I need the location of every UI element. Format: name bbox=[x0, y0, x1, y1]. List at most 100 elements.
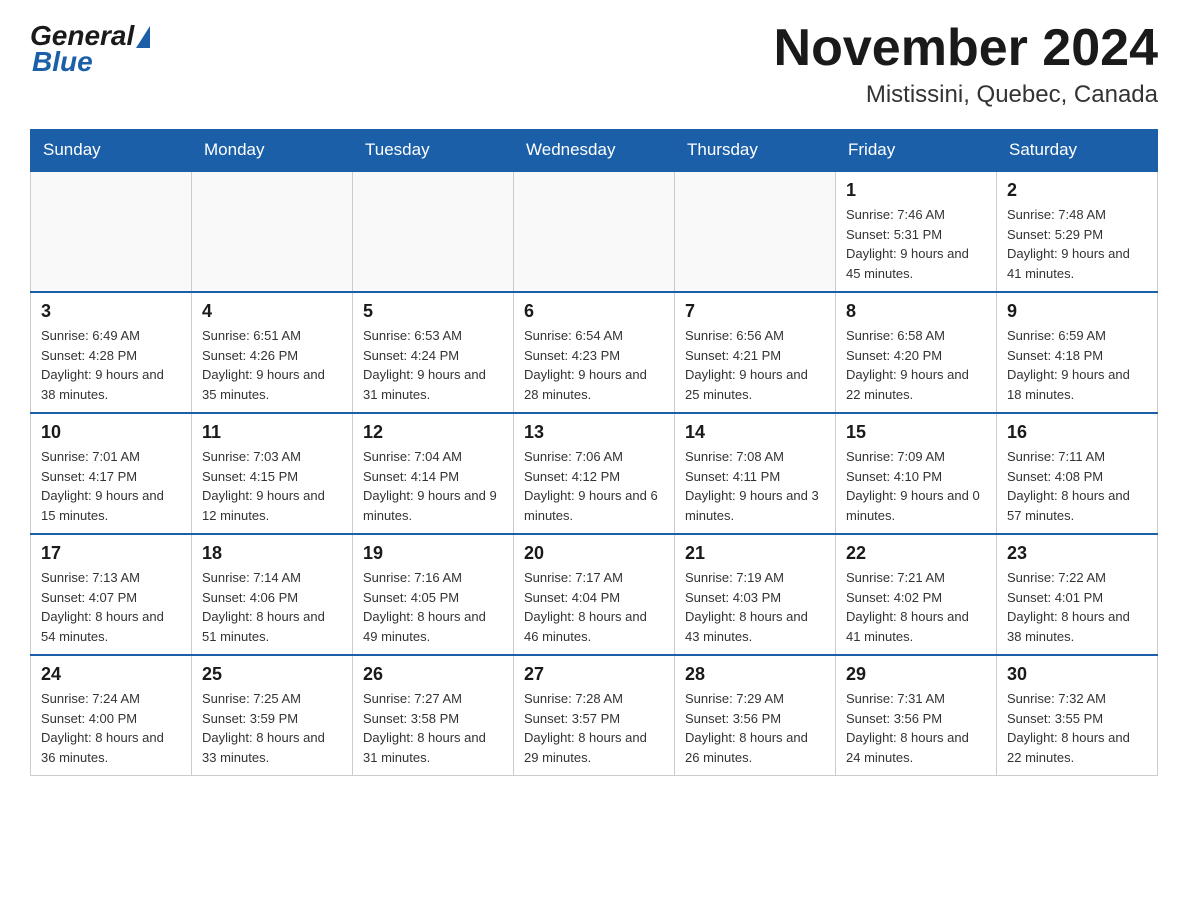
calendar-cell: 19Sunrise: 7:16 AMSunset: 4:05 PMDayligh… bbox=[353, 534, 514, 655]
weekday-header-saturday: Saturday bbox=[997, 130, 1158, 172]
weekday-header-tuesday: Tuesday bbox=[353, 130, 514, 172]
day-info: Sunrise: 7:19 AMSunset: 4:03 PMDaylight:… bbox=[685, 568, 825, 646]
day-number: 2 bbox=[1007, 180, 1147, 201]
title-block: November 2024 Mistissini, Quebec, Canada bbox=[774, 20, 1158, 109]
day-number: 21 bbox=[685, 543, 825, 564]
day-number: 23 bbox=[1007, 543, 1147, 564]
calendar-cell: 9 Sunrise: 6:59 AMSunset: 4:18 PMDaylight… bbox=[997, 292, 1158, 413]
weekday-header-monday: Monday bbox=[192, 130, 353, 172]
calendar-cell: 23 Sunrise: 7:22 AMSunset: 4:01 PMDayligh… bbox=[997, 534, 1158, 655]
day-info: Sunrise: 7:22 AMSunset: 4:01 PMDaylight:… bbox=[1007, 568, 1147, 646]
page-header: General Blue November 2024 Mistissini, Q… bbox=[30, 20, 1158, 109]
week-row-4: 17Sunrise: 7:13 AMSunset: 4:07 PMDayligh… bbox=[31, 534, 1158, 655]
calendar-cell: 10 Sunrise: 7:01 AMSunset: 4:17 PMDayligh… bbox=[31, 413, 192, 534]
day-number: 26 bbox=[363, 664, 503, 685]
day-info: Sunrise: 7:25 AMSunset: 3:59 PMDaylight:… bbox=[202, 689, 342, 767]
calendar-cell: 7 Sunrise: 6:56 AMSunset: 4:21 PMDaylight… bbox=[675, 292, 836, 413]
calendar-cell: 15Sunrise: 7:09 AMSunset: 4:10 PMDayligh… bbox=[836, 413, 997, 534]
calendar-cell: 4 Sunrise: 6:51 AMSunset: 4:26 PMDaylight… bbox=[192, 292, 353, 413]
calendar-cell: 8 Sunrise: 6:58 AMSunset: 4:20 PMDaylight… bbox=[836, 292, 997, 413]
day-number: 3 bbox=[41, 301, 181, 322]
calendar-cell: 22 Sunrise: 7:21 AMSunset: 4:02 PMDayligh… bbox=[836, 534, 997, 655]
day-info: Sunrise: 7:31 AMSunset: 3:56 PMDaylight:… bbox=[846, 689, 986, 767]
day-number: 11 bbox=[202, 422, 342, 443]
day-number: 13 bbox=[524, 422, 664, 443]
day-number: 15 bbox=[846, 422, 986, 443]
calendar-cell: 5 Sunrise: 6:53 AMSunset: 4:24 PMDaylight… bbox=[353, 292, 514, 413]
day-number: 28 bbox=[685, 664, 825, 685]
day-number: 8 bbox=[846, 301, 986, 322]
day-number: 7 bbox=[685, 301, 825, 322]
day-info: Sunrise: 7:29 AMSunset: 3:56 PMDaylight:… bbox=[685, 689, 825, 767]
weekday-header-wednesday: Wednesday bbox=[514, 130, 675, 172]
day-info: Sunrise: 6:51 AMSunset: 4:26 PMDaylight:… bbox=[202, 326, 342, 404]
calendar-cell: 11 Sunrise: 7:03 AMSunset: 4:15 PMDayligh… bbox=[192, 413, 353, 534]
calendar-cell: 18 Sunrise: 7:14 AMSunset: 4:06 PMDayligh… bbox=[192, 534, 353, 655]
day-number: 24 bbox=[41, 664, 181, 685]
location-title: Mistissini, Quebec, Canada bbox=[774, 81, 1158, 109]
day-info: Sunrise: 7:48 AMSunset: 5:29 PMDaylight:… bbox=[1007, 205, 1147, 283]
calendar-cell: 27 Sunrise: 7:28 AMSunset: 3:57 PMDayligh… bbox=[514, 655, 675, 776]
day-number: 25 bbox=[202, 664, 342, 685]
calendar-cell: 30Sunrise: 7:32 AMSunset: 3:55 PMDayligh… bbox=[997, 655, 1158, 776]
calendar-cell: 21 Sunrise: 7:19 AMSunset: 4:03 PMDayligh… bbox=[675, 534, 836, 655]
week-row-5: 24 Sunrise: 7:24 AMSunset: 4:00 PMDayligh… bbox=[31, 655, 1158, 776]
calendar-cell bbox=[675, 171, 836, 292]
month-title: November 2024 bbox=[774, 20, 1158, 77]
day-info: Sunrise: 7:14 AMSunset: 4:06 PMDaylight:… bbox=[202, 568, 342, 646]
weekday-header-thursday: Thursday bbox=[675, 130, 836, 172]
calendar-cell: 13Sunrise: 7:06 AMSunset: 4:12 PMDayligh… bbox=[514, 413, 675, 534]
day-info: Sunrise: 7:46 AMSunset: 5:31 PMDaylight:… bbox=[846, 205, 986, 283]
calendar-cell: 14Sunrise: 7:08 AMSunset: 4:11 PMDayligh… bbox=[675, 413, 836, 534]
calendar-cell: 12Sunrise: 7:04 AMSunset: 4:14 PMDayligh… bbox=[353, 413, 514, 534]
calendar-cell: 20Sunrise: 7:17 AMSunset: 4:04 PMDayligh… bbox=[514, 534, 675, 655]
calendar-cell bbox=[192, 171, 353, 292]
logo: General Blue bbox=[30, 20, 150, 78]
day-number: 4 bbox=[202, 301, 342, 322]
day-number: 22 bbox=[846, 543, 986, 564]
day-info: Sunrise: 7:11 AMSunset: 4:08 PMDaylight:… bbox=[1007, 447, 1147, 525]
day-info: Sunrise: 7:01 AMSunset: 4:17 PMDaylight:… bbox=[41, 447, 181, 525]
calendar-cell: 29 Sunrise: 7:31 AMSunset: 3:56 PMDayligh… bbox=[836, 655, 997, 776]
day-info: Sunrise: 6:59 AMSunset: 4:18 PMDaylight:… bbox=[1007, 326, 1147, 404]
day-number: 27 bbox=[524, 664, 664, 685]
day-info: Sunrise: 7:17 AMSunset: 4:04 PMDaylight:… bbox=[524, 568, 664, 646]
day-info: Sunrise: 6:58 AMSunset: 4:20 PMDaylight:… bbox=[846, 326, 986, 404]
calendar-cell bbox=[353, 171, 514, 292]
day-number: 10 bbox=[41, 422, 181, 443]
calendar-cell bbox=[31, 171, 192, 292]
day-info: Sunrise: 7:03 AMSunset: 4:15 PMDaylight:… bbox=[202, 447, 342, 525]
day-info: Sunrise: 6:49 AMSunset: 4:28 PMDaylight:… bbox=[41, 326, 181, 404]
day-info: Sunrise: 7:13 AMSunset: 4:07 PMDaylight:… bbox=[41, 568, 181, 646]
day-info: Sunrise: 7:21 AMSunset: 4:02 PMDaylight:… bbox=[846, 568, 986, 646]
day-info: Sunrise: 6:53 AMSunset: 4:24 PMDaylight:… bbox=[363, 326, 503, 404]
calendar-cell: 16 Sunrise: 7:11 AMSunset: 4:08 PMDayligh… bbox=[997, 413, 1158, 534]
week-row-1: 1 Sunrise: 7:46 AMSunset: 5:31 PMDaylight… bbox=[31, 171, 1158, 292]
day-number: 29 bbox=[846, 664, 986, 685]
day-info: Sunrise: 7:16 AMSunset: 4:05 PMDaylight:… bbox=[363, 568, 503, 646]
calendar-table: SundayMondayTuesdayWednesdayThursdayFrid… bbox=[30, 129, 1158, 776]
day-number: 9 bbox=[1007, 301, 1147, 322]
day-info: Sunrise: 7:08 AMSunset: 4:11 PMDaylight:… bbox=[685, 447, 825, 525]
calendar-cell: 2 Sunrise: 7:48 AMSunset: 5:29 PMDaylight… bbox=[997, 171, 1158, 292]
weekday-header-sunday: Sunday bbox=[31, 130, 192, 172]
day-number: 1 bbox=[846, 180, 986, 201]
day-info: Sunrise: 6:56 AMSunset: 4:21 PMDaylight:… bbox=[685, 326, 825, 404]
calendar-cell: 17Sunrise: 7:13 AMSunset: 4:07 PMDayligh… bbox=[31, 534, 192, 655]
day-number: 18 bbox=[202, 543, 342, 564]
day-info: Sunrise: 7:24 AMSunset: 4:00 PMDaylight:… bbox=[41, 689, 181, 767]
day-number: 5 bbox=[363, 301, 503, 322]
calendar-cell bbox=[514, 171, 675, 292]
weekday-header-row: SundayMondayTuesdayWednesdayThursdayFrid… bbox=[31, 130, 1158, 172]
day-info: Sunrise: 7:27 AMSunset: 3:58 PMDaylight:… bbox=[363, 689, 503, 767]
day-info: Sunrise: 7:32 AMSunset: 3:55 PMDaylight:… bbox=[1007, 689, 1147, 767]
logo-blue-text: Blue bbox=[32, 46, 93, 78]
day-number: 6 bbox=[524, 301, 664, 322]
day-info: Sunrise: 6:54 AMSunset: 4:23 PMDaylight:… bbox=[524, 326, 664, 404]
weekday-header-friday: Friday bbox=[836, 130, 997, 172]
week-row-2: 3 Sunrise: 6:49 AMSunset: 4:28 PMDaylight… bbox=[31, 292, 1158, 413]
day-number: 16 bbox=[1007, 422, 1147, 443]
calendar-cell: 24 Sunrise: 7:24 AMSunset: 4:00 PMDayligh… bbox=[31, 655, 192, 776]
day-info: Sunrise: 7:28 AMSunset: 3:57 PMDaylight:… bbox=[524, 689, 664, 767]
calendar-cell: 28 Sunrise: 7:29 AMSunset: 3:56 PMDayligh… bbox=[675, 655, 836, 776]
